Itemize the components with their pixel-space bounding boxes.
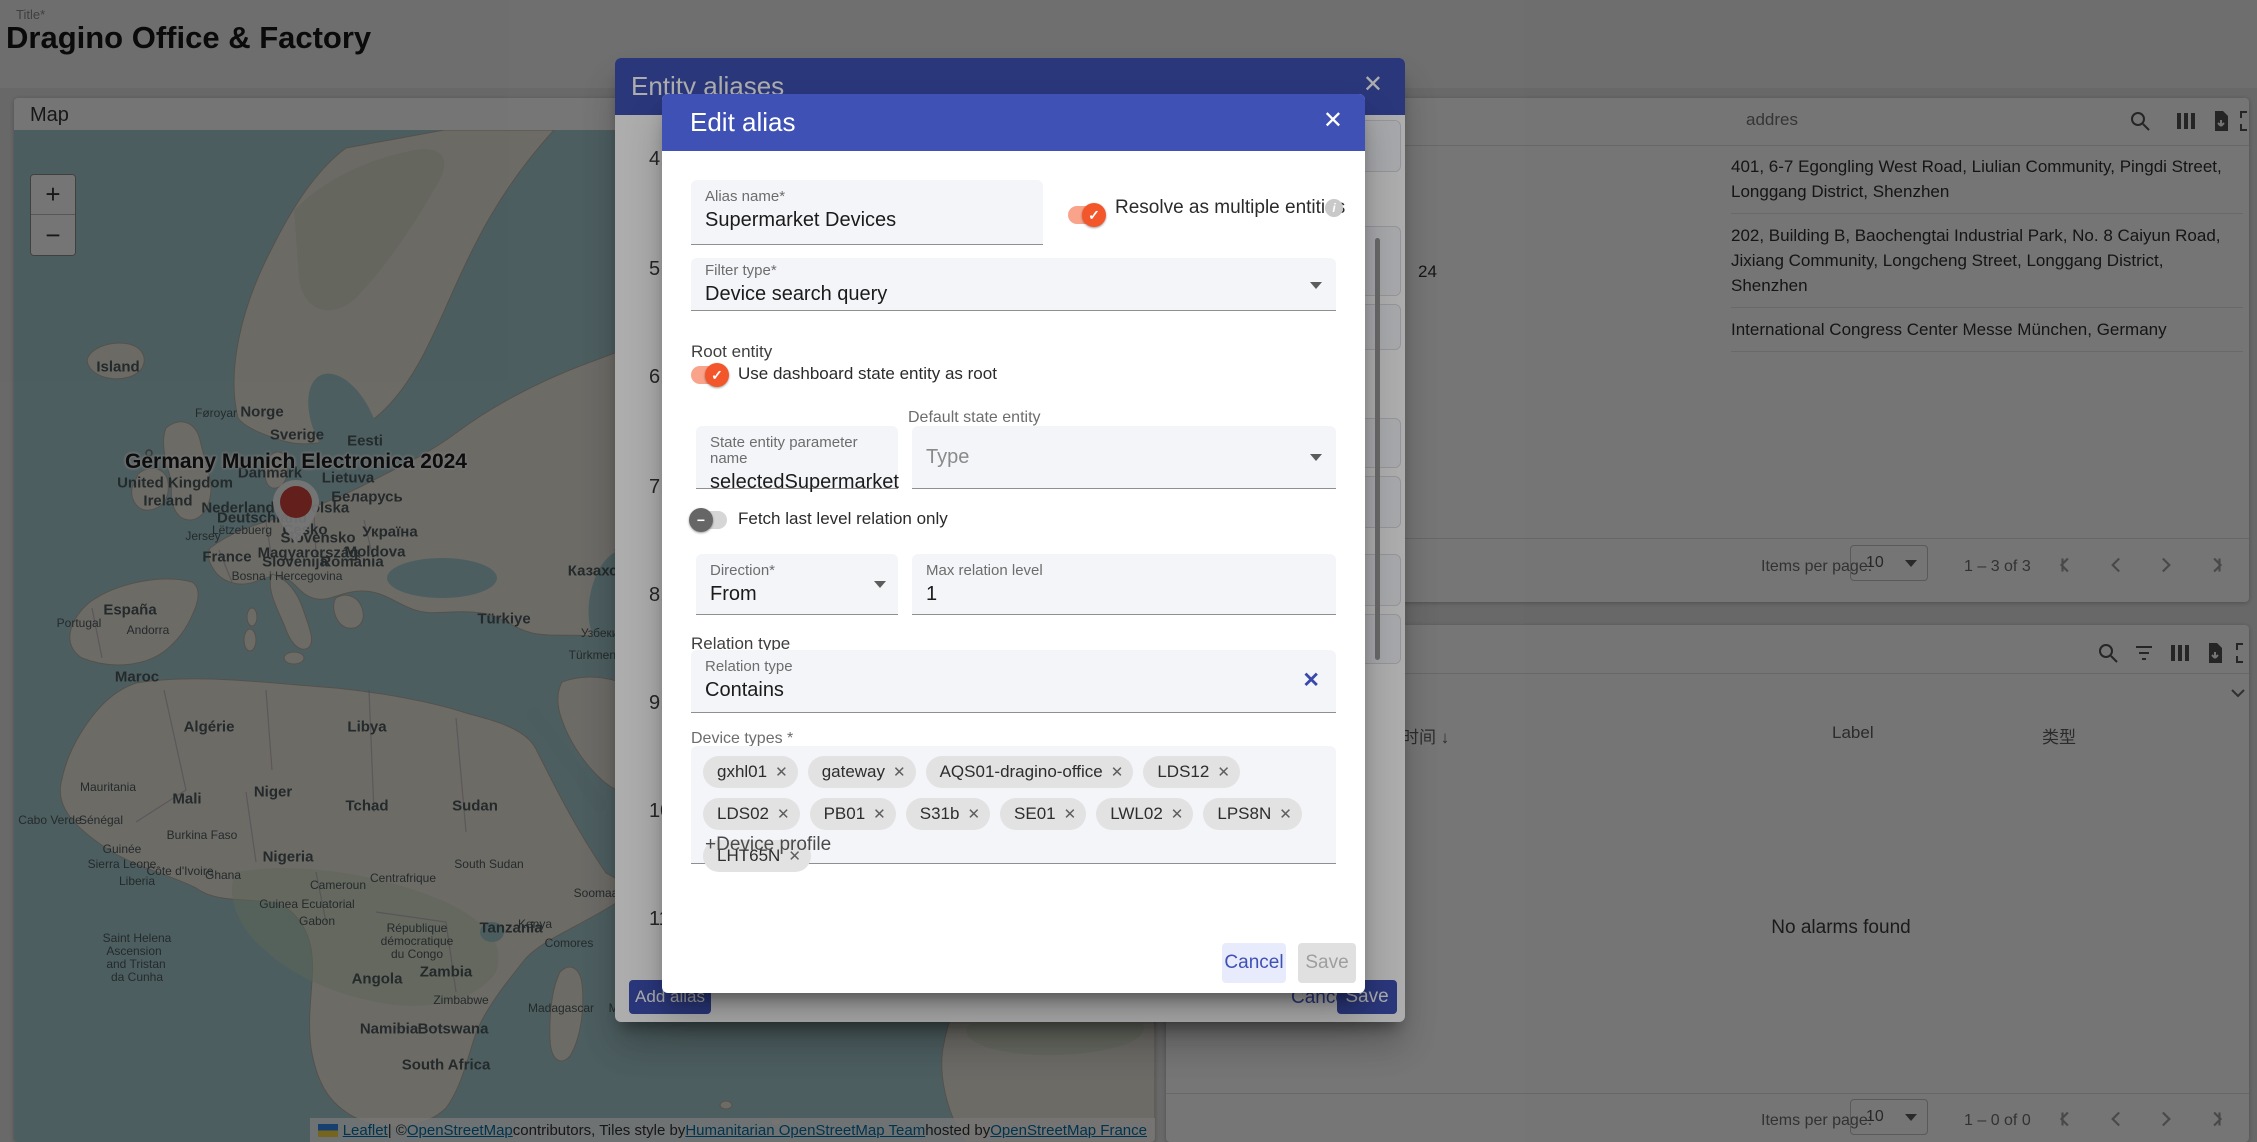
cancel-button[interactable]: Cancel <box>1222 943 1286 983</box>
chevron-down-icon <box>874 581 886 588</box>
direction-label: Direction* <box>710 563 884 579</box>
chip-label: LDS12 <box>1157 762 1209 782</box>
toggle-check-icon: ✓ <box>1082 203 1106 227</box>
device-type-chip[interactable]: LPS8N ✕ <box>1203 798 1301 830</box>
root-entity-section-label: Root entity <box>691 342 772 362</box>
relation-type-field[interactable]: Relation type Contains ✕ <box>691 650 1336 713</box>
screen: Title* Dragino Office & Factory Map <box>0 0 2257 1142</box>
default-state-entity-label: Default state entity <box>908 409 1041 427</box>
device-types-field[interactable]: gxhl01✕gateway✕AQS01-dragino-office✕LDS1… <box>691 746 1336 864</box>
chip-remove-icon[interactable]: ✕ <box>873 805 886 823</box>
alias-name-value: Supermarket Devices <box>705 208 1029 233</box>
chevron-down-icon <box>1310 282 1322 289</box>
save-button-disabled[interactable]: Save <box>1298 943 1356 983</box>
chip-label: LDS02 <box>717 804 769 824</box>
fetch-last-level-label: Fetch last level relation only <box>738 509 948 529</box>
chip-label: LPS8N <box>1217 804 1271 824</box>
direction-value: From <box>710 582 884 607</box>
device-type-chip[interactable]: LWL02 ✕ <box>1096 798 1193 830</box>
chip-remove-icon[interactable]: ✕ <box>775 763 788 781</box>
filter-type-select[interactable]: Filter type* Device search query <box>691 258 1336 311</box>
chip-remove-icon[interactable]: ✕ <box>967 805 980 823</box>
chip-label: S31b <box>920 804 960 824</box>
chip-label: AQS01-dragino-office <box>940 762 1103 782</box>
alias-name-field[interactable]: Alias name* Supermarket Devices <box>691 180 1043 245</box>
chevron-down-icon <box>1310 454 1322 461</box>
info-icon[interactable]: i <box>1325 199 1343 217</box>
max-relation-level-label: Max relation level <box>926 563 1322 579</box>
relation-type-value: Contains <box>705 678 1322 703</box>
default-state-entity-placeholder: Type <box>926 445 1322 470</box>
chip-remove-icon[interactable]: ✕ <box>1217 763 1230 781</box>
chip-remove-icon[interactable]: ✕ <box>1279 805 1292 823</box>
edit-alias-dialog: Edit alias ✕ Alias name* Supermarket Dev… <box>662 94 1365 993</box>
filter-type-value: Device search query <box>705 282 1322 307</box>
chip-remove-icon[interactable]: ✕ <box>1111 763 1124 781</box>
relation-type-label: Relation type <box>705 659 1322 675</box>
chip-remove-icon[interactable]: ✕ <box>777 805 790 823</box>
chip-remove-icon[interactable]: ✕ <box>1171 805 1184 823</box>
state-entity-parameter-value: selectedSupermarket <box>710 470 884 495</box>
device-type-chip[interactable]: LDS02 ✕ <box>703 798 800 830</box>
chip-label: gxhl01 <box>717 762 767 782</box>
edit-alias-dialog-title: Edit alias <box>690 107 796 138</box>
device-profile-input-placeholder[interactable]: +Device profile <box>705 834 831 856</box>
use-dashboard-state-label: Use dashboard state entity as root <box>738 364 997 384</box>
state-entity-parameter-field[interactable]: State entity parameter name selectedSupe… <box>696 426 898 489</box>
resolve-multiple-label: Resolve as multiple entities <box>1115 197 1345 219</box>
alias-name-label: Alias name* <box>705 189 1029 205</box>
device-type-chip[interactable]: PB01 ✕ <box>810 798 896 830</box>
chip-remove-icon[interactable]: ✕ <box>1064 805 1077 823</box>
toggle-check-icon: ✓ <box>705 363 729 387</box>
direction-select[interactable]: Direction* From <box>696 554 898 615</box>
filter-type-label: Filter type* <box>705 263 1322 279</box>
edit-alias-dialog-header: Edit alias ✕ <box>662 94 1365 151</box>
device-type-chip[interactable]: SE01 ✕ <box>1000 798 1086 830</box>
chip-label: LWL02 <box>1110 804 1163 824</box>
max-relation-level-value: 1 <box>926 582 1322 607</box>
chip-label: PB01 <box>824 804 866 824</box>
state-entity-parameter-label: State entity parameter name <box>710 435 884 467</box>
default-state-entity-select[interactable]: Type <box>912 426 1336 489</box>
device-type-chip[interactable]: gateway ✕ <box>808 756 916 788</box>
device-type-chip[interactable]: LDS12 ✕ <box>1143 756 1240 788</box>
device-type-chip[interactable]: AQS01-dragino-office ✕ <box>926 756 1134 788</box>
close-icon[interactable]: ✕ <box>1323 109 1343 133</box>
fetch-last-level-toggle[interactable]: − <box>691 511 727 529</box>
chip-label: gateway <box>822 762 885 782</box>
max-relation-level-field[interactable]: Max relation level 1 <box>912 554 1336 615</box>
clear-icon[interactable]: ✕ <box>1302 668 1320 693</box>
device-type-chip[interactable]: gxhl01 ✕ <box>703 756 798 788</box>
chip-remove-icon[interactable]: ✕ <box>893 763 906 781</box>
device-type-chip[interactable]: S31b ✕ <box>906 798 990 830</box>
chip-label: SE01 <box>1014 804 1056 824</box>
resolve-multiple-toggle[interactable]: ✓ <box>1068 206 1104 224</box>
use-dashboard-state-toggle[interactable]: ✓ <box>691 366 727 384</box>
toggle-minus-icon: − <box>689 508 713 532</box>
